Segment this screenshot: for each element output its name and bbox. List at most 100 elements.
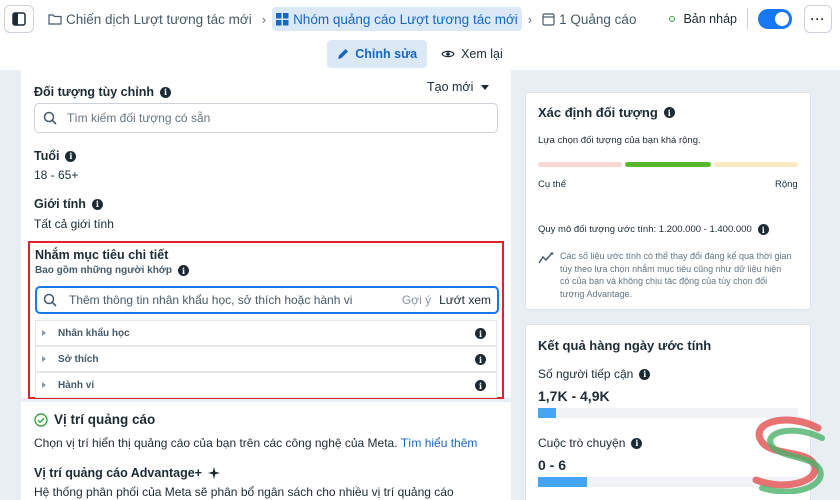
info-icon[interactable]: i: [91, 198, 103, 210]
breadcrumb-adset-label: Nhóm quảng cáo Lượt tương tác mới: [293, 11, 518, 27]
custom-audience-search-placeholder: Tìm kiếm đối tượng có sẵn: [67, 111, 211, 125]
info-icon[interactable]: i: [475, 380, 486, 391]
draft-label: Bản nháp: [683, 12, 737, 26]
pencil-icon: [338, 49, 349, 59]
sparkle-icon: [207, 467, 220, 479]
info-icon[interactable]: i: [631, 437, 643, 449]
age-value[interactable]: 18 - 65+: [34, 168, 78, 182]
custom-audience-label: Đối tượng tùy chỉnh: [34, 85, 155, 99]
chevron-right-icon: ›: [527, 11, 533, 27]
detailed-targeting-subtitle-label: Bao gồm những người khớp: [35, 265, 173, 276]
top-bar: Chiến dịch Lượt tương tác mới › Nhóm quả…: [0, 0, 840, 38]
audience-definition-title: Xác định đối tượng i: [538, 105, 675, 120]
conversations-bar-fill: [538, 477, 588, 487]
info-icon[interactable]: i: [178, 265, 190, 276]
placements-card: Vị trí quảng cáo Chọn vị trí hiển thị qu…: [21, 402, 511, 500]
age-title: Tuổi i: [34, 149, 77, 163]
reach-value: 1,7K - 4,9K: [538, 388, 610, 404]
conversations-value: 0 - 6: [538, 457, 567, 473]
adset-toggle[interactable]: [758, 9, 792, 29]
conversations-label: Cuộc trò chuyện: [538, 436, 626, 450]
search-icon: [43, 111, 57, 125]
tab-edit-label: Chỉnh sửa: [355, 47, 418, 61]
learn-more-link[interactable]: Tìm hiểu thêm: [401, 436, 478, 450]
advantage-placements-description: Hệ thống phân phối của Meta sẽ phân bổ n…: [34, 485, 454, 499]
category-demographics[interactable]: Nhân khẩu học i: [35, 320, 497, 346]
placements-title: Vị trí quảng cáo: [54, 412, 156, 427]
info-icon[interactable]: i: [639, 368, 651, 380]
breadcrumb-adset[interactable]: Nhóm quảng cáo Lượt tương tác mới: [272, 7, 522, 31]
divider: [747, 8, 748, 30]
toggle-knob: [775, 12, 789, 26]
category-interests[interactable]: Sở thích i: [35, 346, 497, 372]
breadcrumb-ad[interactable]: 1 Quảng cáo: [538, 7, 640, 31]
folder-icon: [48, 14, 62, 25]
status-dot-icon: [669, 16, 676, 22]
info-icon[interactable]: i: [663, 107, 675, 118]
gender-value[interactable]: Tất cả giới tính: [34, 217, 114, 231]
category-label: Sở thích: [58, 353, 99, 365]
breadcrumb-campaign[interactable]: Chiến dịch Lượt tương tác mới: [44, 7, 256, 31]
placements-header: Vị trí quảng cáo: [34, 412, 155, 427]
tab-review[interactable]: Xem lại: [431, 40, 513, 68]
detailed-targeting-search-input[interactable]: Thêm thông tin nhân khẩu học, sở thích h…: [35, 286, 499, 314]
category-behaviors[interactable]: Hành vi i: [35, 372, 497, 398]
expand-arrow-icon: [42, 382, 46, 388]
estimate-note: Các số liệu ước tính có thể thay đổi đán…: [560, 251, 792, 299]
chevron-right-icon: ›: [261, 11, 267, 27]
detailed-targeting-placeholder: Thêm thông tin nhân khẩu học, sở thích h…: [69, 293, 353, 307]
breadcrumb-ad-label: 1 Quảng cáo: [559, 11, 637, 27]
daily-results-title: Kết quả hàng ngày ước tính: [538, 338, 712, 353]
create-new-label: Tạo mới: [427, 80, 474, 94]
info-icon[interactable]: i: [65, 150, 77, 162]
detailed-targeting-section: Nhắm mục tiêu chi tiết Bao gồm những ngư…: [28, 241, 504, 399]
audience-size: Quy mô đối tượng ước tính: 1.200.000 - 1…: [538, 224, 769, 235]
gender-label: Giới tính: [34, 197, 86, 211]
more-options-button[interactable]: ···: [804, 5, 832, 33]
info-icon[interactable]: i: [475, 328, 486, 339]
advantage-placements-header: Vị trí quảng cáo Advantage+: [34, 466, 220, 480]
category-label: Nhân khẩu học: [58, 327, 130, 339]
gauge-middle-segment: [625, 162, 711, 167]
gauge-specific-segment: [538, 162, 622, 167]
info-icon[interactable]: i: [160, 86, 172, 98]
audience-definition-label: Xác định đối tượng: [538, 105, 658, 120]
tab-review-label: Xem lại: [461, 47, 503, 61]
expand-arrow-icon: [42, 356, 46, 362]
placements-description: Chọn vị trí hiển thị quảng cáo của bạn t…: [34, 436, 477, 450]
gender-title: Giới tính i: [34, 197, 103, 211]
sidebar-toggle-button[interactable]: [4, 5, 34, 33]
check-circle-icon: [34, 412, 48, 427]
gauge-broad-label: Rộng: [775, 179, 798, 190]
browse-button[interactable]: Lướt xem: [439, 293, 491, 307]
age-label: Tuổi: [34, 149, 60, 163]
watermark-logo: [752, 416, 825, 494]
tab-edit[interactable]: Chỉnh sửa: [327, 40, 428, 68]
caret-down-icon: [481, 84, 490, 90]
grid-icon: [276, 12, 289, 25]
advantage-placements-title: Vị trí quảng cáo Advantage+: [34, 466, 202, 480]
ad-icon: [542, 12, 555, 26]
gauge-specific-label: Cụ thể: [538, 179, 566, 190]
reach-bar-fill: [538, 408, 557, 418]
sidebar-icon: [12, 12, 26, 26]
placements-description-text: Chọn vị trí hiển thị quảng cáo của bạn t…: [34, 436, 398, 450]
trend-icon: [538, 252, 554, 264]
ellipsis-icon: ···: [810, 12, 826, 26]
suggest-button[interactable]: Gợi ý: [402, 293, 431, 307]
draft-status: Bản nháp: [669, 12, 737, 26]
info-icon[interactable]: i: [475, 354, 486, 365]
custom-audience-title: Đối tượng tùy chỉnh i: [34, 85, 172, 99]
reach-label: Số người tiếp cận: [538, 367, 634, 381]
search-icon: [43, 293, 57, 307]
gauge-broad-segment: [714, 162, 798, 167]
detailed-targeting-subtitle: Bao gồm những người khớp i: [35, 265, 190, 276]
detailed-targeting-title: Nhắm mục tiêu chi tiết: [35, 248, 168, 262]
create-new-dropdown[interactable]: Tạo mới: [427, 80, 490, 94]
info-icon[interactable]: i: [757, 224, 769, 235]
category-label: Hành vi: [58, 379, 95, 391]
custom-audience-search-input[interactable]: Tìm kiếm đối tượng có sẵn: [34, 103, 498, 133]
conversations-title: Cuộc trò chuyện i: [538, 436, 643, 450]
expand-arrow-icon: [42, 330, 46, 336]
mode-tabs: Chỉnh sửa Xem lại: [0, 38, 840, 70]
